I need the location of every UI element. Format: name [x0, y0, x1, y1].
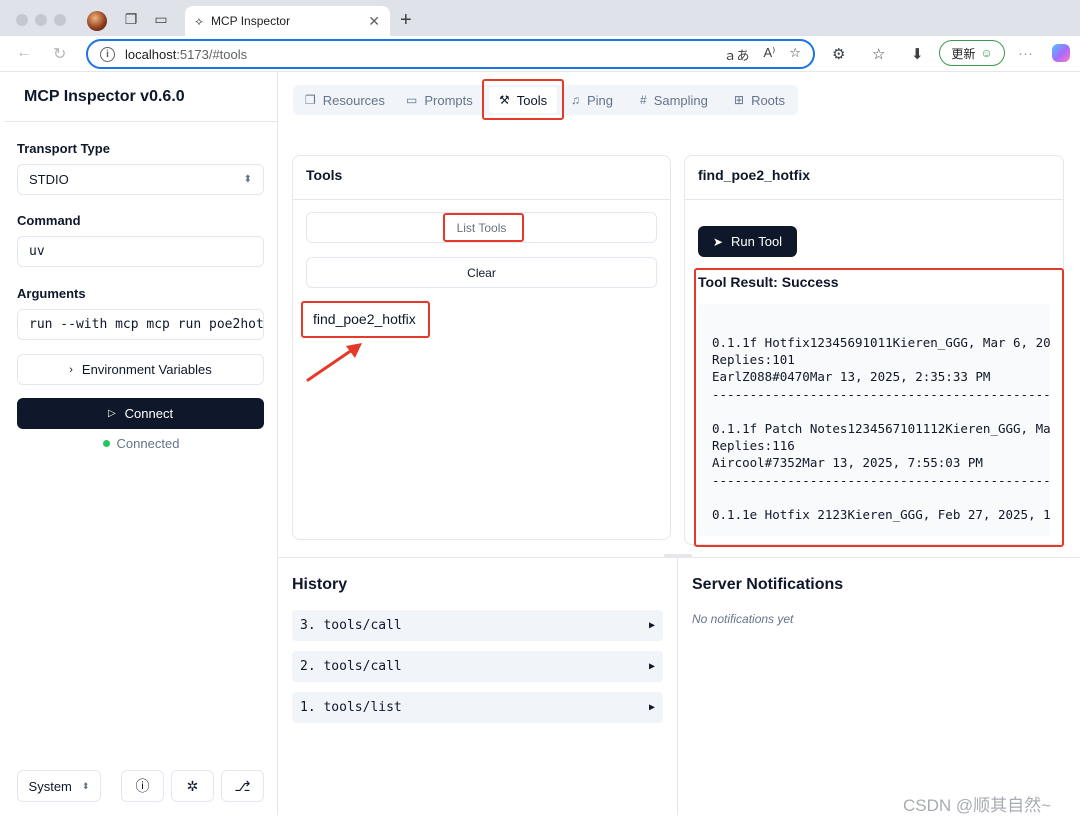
- mcp-logo-icon: ⟡: [195, 13, 203, 28]
- history-item[interactable]: 1. tools/list ▶: [292, 692, 663, 723]
- browser-toolbar: ← ↻ i localhost:5173/#tools ａあ A⁾ ☆ ⚙ ☆ …: [0, 36, 1080, 72]
- bug-icon: ✲: [186, 777, 199, 794]
- window-minimize-dot[interactable]: [35, 14, 47, 26]
- tab-actions-icon[interactable]: ▭: [152, 10, 170, 28]
- annotation-box-tool-result: [694, 268, 1064, 547]
- environment-variables-toggle[interactable]: › Environment Variables: [17, 354, 264, 385]
- chevron-right-icon: ›: [69, 363, 73, 376]
- server-notifications-title: Server Notifications: [692, 576, 844, 593]
- tool-detail-title: find_poe2_hotfix: [685, 156, 1063, 200]
- help-button[interactable]: ⓘ: [121, 770, 164, 802]
- theme-select[interactable]: System ⬍: [17, 770, 101, 802]
- folder-tree-icon: ⊞: [734, 93, 745, 107]
- copilot-icon[interactable]: [1052, 44, 1070, 62]
- favorite-star-icon[interactable]: ☆: [789, 45, 801, 64]
- hash-icon: #: [640, 93, 647, 107]
- connect-button[interactable]: ▷ Connect: [17, 398, 264, 429]
- help-circle-icon: ⓘ: [135, 778, 150, 794]
- update-button[interactable]: 更新 ☺: [939, 40, 1005, 66]
- chevron-updown-icon: ⬍: [243, 174, 252, 185]
- play-icon: ▷: [107, 408, 116, 419]
- arguments-label: Arguments: [17, 286, 86, 301]
- send-icon: ➤: [712, 234, 723, 249]
- arguments-input[interactable]: run --with mcp mcp run poe2hotfix.py: [17, 309, 264, 340]
- update-status-icon: ☺: [980, 46, 993, 60]
- info-icon[interactable]: i: [100, 46, 115, 62]
- tools-panel-title: Tools: [293, 156, 670, 200]
- transport-type-select[interactable]: STDIO ⬍: [17, 164, 264, 195]
- collections-icon[interactable]: ❐: [122, 10, 140, 28]
- annotation-box-tool-item: [301, 301, 430, 338]
- github-button[interactable]: ⎇: [221, 770, 264, 802]
- tab-prompts[interactable]: ▭ Prompts: [406, 85, 473, 115]
- sidebar-divider: [4, 121, 278, 122]
- resize-handle[interactable]: [664, 554, 692, 558]
- tab-resources[interactable]: ❐ Resources: [305, 85, 385, 115]
- chevron-updown-icon: ⬍: [81, 780, 90, 791]
- browser-titlebar: ❐ ▭ ⟡ MCP Inspector ✕ +: [0, 0, 1080, 36]
- message-icon: ▭: [406, 93, 418, 107]
- more-options-icon[interactable]: ···: [1018, 45, 1033, 62]
- extensions-icon[interactable]: ⚙: [832, 45, 845, 63]
- history-title: History: [292, 576, 348, 593]
- expand-arrow-icon: ▶: [648, 661, 655, 672]
- tab-ping[interactable]: ♫ Ping: [571, 85, 613, 115]
- transport-type-label: Transport Type: [17, 141, 110, 156]
- status-dot: [102, 440, 110, 447]
- watermark: CSDN @顺其自然~: [903, 796, 1052, 815]
- new-tab-icon[interactable]: +: [400, 9, 412, 32]
- bug-report-button[interactable]: ✲: [171, 770, 214, 802]
- favorites-icon[interactable]: ☆: [872, 45, 885, 63]
- profile-avatar[interactable]: [87, 11, 107, 31]
- annotation-arrow-icon: [306, 343, 362, 382]
- connection-status: Connected: [4, 436, 278, 451]
- tab-sampling[interactable]: # Sampling: [640, 85, 708, 115]
- sidebar: MCP Inspector v0.6.0 Transport Type STDI…: [4, 72, 278, 815]
- refresh-icon[interactable]: ↻: [53, 44, 66, 64]
- window-zoom-dot[interactable]: [54, 14, 66, 26]
- lower-divider: [677, 558, 678, 815]
- tab-roots[interactable]: ⊞ Roots: [734, 85, 785, 115]
- url-text[interactable]: localhost:5173/#tools: [125, 47, 713, 62]
- app-title: MCP Inspector v0.6.0: [24, 88, 185, 105]
- window-close-dot[interactable]: [16, 14, 28, 26]
- expand-arrow-icon: ▶: [648, 702, 655, 713]
- expand-arrow-icon: ▶: [648, 620, 655, 631]
- annotation-box-list-tools: [443, 213, 524, 242]
- clear-button[interactable]: Clear: [306, 257, 657, 288]
- run-tool-button[interactable]: ➤ Run Tool: [698, 226, 797, 257]
- no-notifications-text: No notifications yet: [692, 612, 794, 626]
- address-bar[interactable]: i localhost:5173/#tools ａあ A⁾ ☆: [86, 39, 815, 69]
- translate-icon[interactable]: ａあ: [723, 45, 749, 64]
- read-aloud-icon[interactable]: A⁾: [763, 45, 775, 64]
- copy-icon: ❐: [305, 93, 316, 107]
- browser-tab-title: MCP Inspector: [210, 14, 291, 28]
- back-icon[interactable]: ←: [16, 44, 32, 62]
- history-item[interactable]: 3. tools/call ▶: [292, 610, 663, 641]
- command-input[interactable]: uv: [17, 236, 264, 267]
- bell-icon: ♫: [571, 93, 580, 107]
- github-icon: ⎇: [234, 777, 251, 794]
- download-icon[interactable]: ⬇: [911, 45, 924, 63]
- history-item[interactable]: 2. tools/call ▶: [292, 651, 663, 682]
- command-label: Command: [17, 213, 81, 228]
- annotation-box-tools-tab: [482, 79, 564, 120]
- browser-tab-mcp-inspector[interactable]: ⟡ MCP Inspector ✕: [185, 6, 390, 36]
- close-icon[interactable]: ✕: [368, 13, 380, 30]
